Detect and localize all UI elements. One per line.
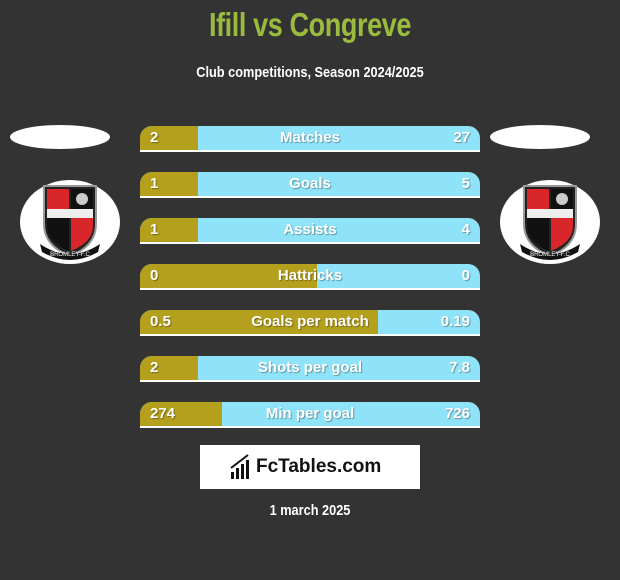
right-club-crest: BROMLEY-F.C	[500, 180, 600, 264]
right-value: 726	[444, 405, 470, 422]
page-title: Ifill vs Congreve	[208, 6, 412, 43]
crest-text: BROMLEY-F.C	[530, 252, 570, 258]
page-subtitle: Club competitions, Season 2024/2025	[196, 64, 424, 81]
stat-label: Goals	[289, 175, 331, 192]
right-player-name-placeholder	[490, 125, 590, 149]
stat-label: Assists	[283, 221, 337, 238]
right-value: 27	[453, 129, 470, 146]
stat-bar: 1 Assists 4	[140, 218, 480, 244]
left-club-crest: BROMLEY-F.C	[20, 180, 120, 264]
right-value: 4	[461, 221, 470, 238]
stat-label: Matches	[279, 129, 341, 146]
stat-bar: 2 Shots per goal 7.8	[140, 356, 480, 382]
right-value: 7.8	[449, 359, 470, 376]
crest-text: BROMLEY-F.C	[50, 252, 90, 258]
bar-chart-icon	[230, 454, 249, 479]
stat-label: Hattricks	[277, 267, 343, 284]
stat-label: Goals per match	[251, 313, 369, 330]
right-value: 5	[461, 175, 470, 192]
brand-name: FcTables.com	[256, 456, 382, 477]
bromley-crest-icon: BROMLEY-F.C	[40, 185, 100, 260]
bromley-crest-icon: BROMLEY-F.C	[520, 185, 580, 260]
date-label: 1 march 2025	[269, 502, 351, 519]
left-player-name-placeholder	[10, 125, 110, 149]
stat-bar: 1 Goals 5	[140, 172, 480, 198]
right-value: 0.19	[440, 313, 470, 330]
fctables-logo[interactable]: FcTables.com	[200, 445, 420, 489]
stat-bar: 0 Hattricks 0	[140, 264, 480, 290]
stat-bar: 2 Matches 27	[140, 126, 480, 152]
stat-bar: 0.5 Goals per match 0.19	[140, 310, 480, 336]
stat-bar: 274 Min per goal 726	[140, 402, 480, 428]
stat-label: Shots per goal	[257, 359, 363, 376]
right-value: 0	[461, 267, 470, 284]
stat-label: Min per goal	[265, 405, 355, 422]
